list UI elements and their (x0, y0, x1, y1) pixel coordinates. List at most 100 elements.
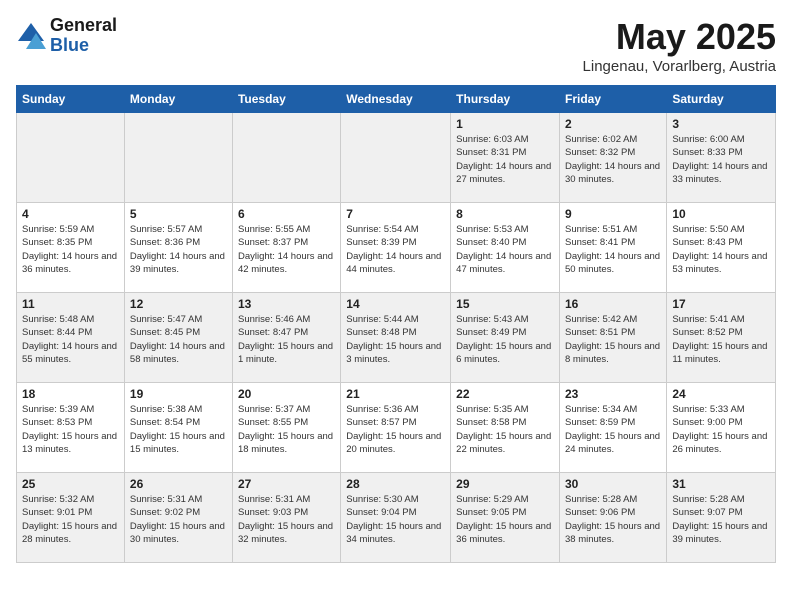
calendar-cell: 28Sunrise: 5:30 AM Sunset: 9:04 PM Dayli… (341, 473, 451, 563)
day-number: 12 (130, 297, 227, 311)
column-header-saturday: Saturday (667, 86, 776, 113)
calendar-cell (17, 113, 125, 203)
day-number: 2 (565, 117, 661, 131)
calendar-cell: 9 Sunrise: 5:51 AM Sunset: 8:41 PM Daylig… (560, 203, 667, 293)
day-info: Sunrise: 5:31 AM Sunset: 9:03 PM Dayligh… (238, 493, 335, 546)
day-info: Sunrise: 6:03 AM Sunset: 8:31 PM Dayligh… (456, 133, 554, 186)
logo-icon (16, 21, 46, 51)
calendar-cell (124, 113, 232, 203)
day-info: Sunrise: 5:55 AM Sunset: 8:37 PM Dayligh… (238, 223, 335, 276)
calendar-cell: 5Sunrise: 5:57 AM Sunset: 8:36 PM Daylig… (124, 203, 232, 293)
day-info: Sunrise: 5:30 AM Sunset: 9:04 PM Dayligh… (346, 493, 445, 546)
day-number: 27 (238, 477, 335, 491)
calendar-cell: 14 Sunrise: 5:44 AM Sunset: 8:48 PM Dayli… (341, 293, 451, 383)
calendar-week-row: 11 Sunrise: 5:48 AM Sunset: 8:44 PM Dayli… (17, 293, 776, 383)
day-number: 25 (22, 477, 119, 491)
calendar-cell (232, 113, 340, 203)
calendar-cell: 27 Sunrise: 5:31 AM Sunset: 9:03 PM Dayli… (232, 473, 340, 563)
day-info: Sunrise: 5:29 AM Sunset: 9:05 PM Dayligh… (456, 493, 554, 546)
day-info: Sunrise: 5:51 AM Sunset: 8:41 PM Dayligh… (565, 223, 661, 276)
header-row: SundayMondayTuesdayWednesdayThursdayFrid… (17, 86, 776, 113)
calendar-cell: 25 Sunrise: 5:32 AM Sunset: 9:01 PM Dayli… (17, 473, 125, 563)
column-header-thursday: Thursday (451, 86, 560, 113)
calendar-cell: 3Sunrise: 6:00 AM Sunset: 8:33 PM Daylig… (667, 113, 776, 203)
calendar-cell: 20Sunrise: 5:37 AM Sunset: 8:55 PM Dayli… (232, 383, 340, 473)
day-number: 11 (22, 297, 119, 311)
calendar-cell: 7 Sunrise: 5:54 AM Sunset: 8:39 PM Daylig… (341, 203, 451, 293)
day-number: 26 (130, 477, 227, 491)
day-info: Sunrise: 5:41 AM Sunset: 8:52 PM Dayligh… (672, 313, 770, 366)
day-number: 19 (130, 387, 227, 401)
calendar-cell: 12 Sunrise: 5:47 AM Sunset: 8:45 PM Dayli… (124, 293, 232, 383)
day-info: Sunrise: 5:42 AM Sunset: 8:51 PM Dayligh… (565, 313, 661, 366)
day-number: 7 (346, 207, 445, 221)
column-header-wednesday: Wednesday (341, 86, 451, 113)
day-number: 1 (456, 117, 554, 131)
logo-general: General (50, 16, 117, 36)
day-info: Sunrise: 5:33 AM Sunset: 9:00 PM Dayligh… (672, 403, 770, 456)
calendar-cell: 23Sunrise: 5:34 AM Sunset: 8:59 PM Dayli… (560, 383, 667, 473)
day-info: Sunrise: 5:53 AM Sunset: 8:40 PM Dayligh… (456, 223, 554, 276)
day-info: Sunrise: 5:35 AM Sunset: 8:58 PM Dayligh… (456, 403, 554, 456)
calendar-week-row: 4Sunrise: 5:59 AM Sunset: 8:35 PM Daylig… (17, 203, 776, 293)
day-info: Sunrise: 5:28 AM Sunset: 9:07 PM Dayligh… (672, 493, 770, 546)
calendar-cell: 10 Sunrise: 5:50 AM Sunset: 8:43 PM Dayli… (667, 203, 776, 293)
day-info: Sunrise: 5:46 AM Sunset: 8:47 PM Dayligh… (238, 313, 335, 366)
calendar-week-row: 1 Sunrise: 6:03 AM Sunset: 8:31 PM Daylig… (17, 113, 776, 203)
calendar-cell: 19Sunrise: 5:38 AM Sunset: 8:54 PM Dayli… (124, 383, 232, 473)
calendar-cell: 30 Sunrise: 5:28 AM Sunset: 9:06 PM Dayli… (560, 473, 667, 563)
day-info: Sunrise: 6:02 AM Sunset: 8:32 PM Dayligh… (565, 133, 661, 186)
column-header-monday: Monday (124, 86, 232, 113)
day-number: 8 (456, 207, 554, 221)
day-number: 14 (346, 297, 445, 311)
day-number: 22 (456, 387, 554, 401)
day-number: 29 (456, 477, 554, 491)
day-number: 10 (672, 207, 770, 221)
column-header-sunday: Sunday (17, 86, 125, 113)
calendar-cell: 4Sunrise: 5:59 AM Sunset: 8:35 PM Daylig… (17, 203, 125, 293)
calendar-cell: 1 Sunrise: 6:03 AM Sunset: 8:31 PM Daylig… (451, 113, 560, 203)
day-info: Sunrise: 5:28 AM Sunset: 9:06 PM Dayligh… (565, 493, 661, 546)
calendar-cell: 18 Sunrise: 5:39 AM Sunset: 8:53 PM Dayli… (17, 383, 125, 473)
day-info: Sunrise: 5:43 AM Sunset: 8:49 PM Dayligh… (456, 313, 554, 366)
calendar-cell: 31Sunrise: 5:28 AM Sunset: 9:07 PM Dayli… (667, 473, 776, 563)
calendar-cell: 16 Sunrise: 5:42 AM Sunset: 8:51 PM Dayli… (560, 293, 667, 383)
day-number: 3 (672, 117, 770, 131)
day-info: Sunrise: 5:50 AM Sunset: 8:43 PM Dayligh… (672, 223, 770, 276)
day-info: Sunrise: 5:57 AM Sunset: 8:36 PM Dayligh… (130, 223, 227, 276)
day-info: Sunrise: 5:44 AM Sunset: 8:48 PM Dayligh… (346, 313, 445, 366)
calendar-cell: 11 Sunrise: 5:48 AM Sunset: 8:44 PM Dayli… (17, 293, 125, 383)
calendar-cell: 15 Sunrise: 5:43 AM Sunset: 8:49 PM Dayli… (451, 293, 560, 383)
logo-text: General Blue (50, 16, 117, 56)
day-number: 30 (565, 477, 661, 491)
day-number: 17 (672, 297, 770, 311)
location-title: Lingenau, Vorarlberg, Austria (583, 58, 776, 75)
day-number: 15 (456, 297, 554, 311)
calendar-cell: 17 Sunrise: 5:41 AM Sunset: 8:52 PM Dayli… (667, 293, 776, 383)
day-info: Sunrise: 5:47 AM Sunset: 8:45 PM Dayligh… (130, 313, 227, 366)
calendar-cell: 21 Sunrise: 5:36 AM Sunset: 8:57 PM Dayli… (341, 383, 451, 473)
calendar-week-row: 25 Sunrise: 5:32 AM Sunset: 9:01 PM Dayli… (17, 473, 776, 563)
day-number: 13 (238, 297, 335, 311)
calendar-cell (341, 113, 451, 203)
day-info: Sunrise: 5:32 AM Sunset: 9:01 PM Dayligh… (22, 493, 119, 546)
month-title: May 2025 (583, 16, 776, 58)
calendar-table: SundayMondayTuesdayWednesdayThursdayFrid… (16, 85, 776, 563)
calendar-cell: 13 Sunrise: 5:46 AM Sunset: 8:47 PM Dayli… (232, 293, 340, 383)
day-number: 16 (565, 297, 661, 311)
calendar-cell: 22 Sunrise: 5:35 AM Sunset: 8:58 PM Dayli… (451, 383, 560, 473)
calendar-cell: 8 Sunrise: 5:53 AM Sunset: 8:40 PM Daylig… (451, 203, 560, 293)
calendar-cell: 29 Sunrise: 5:29 AM Sunset: 9:05 PM Dayli… (451, 473, 560, 563)
day-number: 6 (238, 207, 335, 221)
day-info: Sunrise: 5:37 AM Sunset: 8:55 PM Dayligh… (238, 403, 335, 456)
day-number: 9 (565, 207, 661, 221)
day-info: Sunrise: 5:39 AM Sunset: 8:53 PM Dayligh… (22, 403, 119, 456)
day-number: 21 (346, 387, 445, 401)
calendar-cell: 6 Sunrise: 5:55 AM Sunset: 8:37 PM Daylig… (232, 203, 340, 293)
day-info: Sunrise: 5:54 AM Sunset: 8:39 PM Dayligh… (346, 223, 445, 276)
day-number: 18 (22, 387, 119, 401)
title-block: May 2025 Lingenau, Vorarlberg, Austria (583, 16, 776, 75)
day-info: Sunrise: 5:36 AM Sunset: 8:57 PM Dayligh… (346, 403, 445, 456)
calendar-cell: 2 Sunrise: 6:02 AM Sunset: 8:32 PM Daylig… (560, 113, 667, 203)
day-info: Sunrise: 5:48 AM Sunset: 8:44 PM Dayligh… (22, 313, 119, 366)
